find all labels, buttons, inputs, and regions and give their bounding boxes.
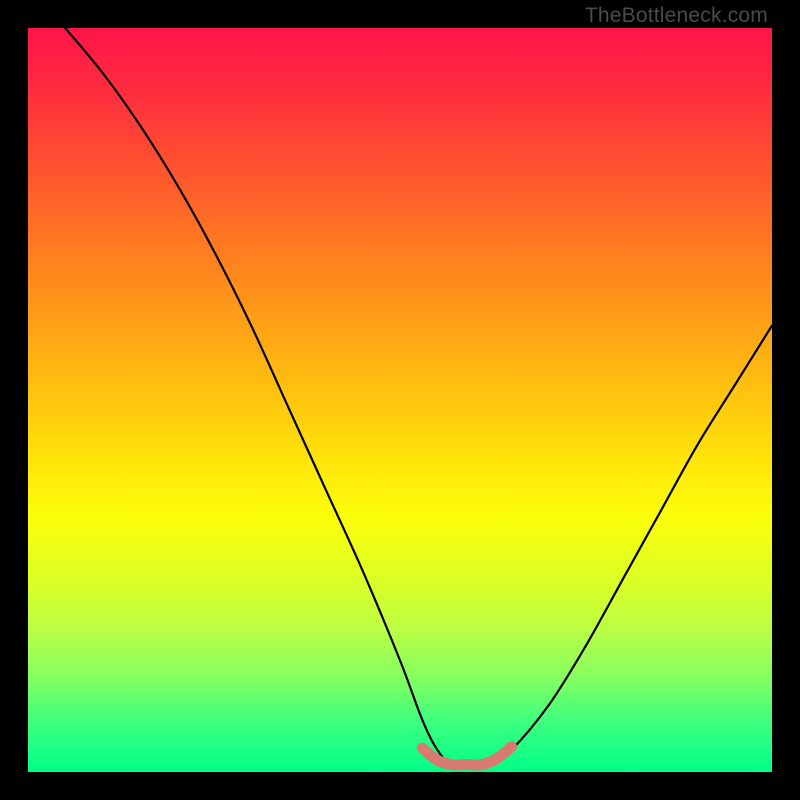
bottleneck-flat-highlight: [422, 747, 511, 765]
bottleneck-curve: [65, 28, 772, 766]
chart-plot-area: [28, 28, 772, 772]
watermark-text: TheBottleneck.com: [585, 4, 768, 28]
chart-svg: [28, 28, 772, 772]
